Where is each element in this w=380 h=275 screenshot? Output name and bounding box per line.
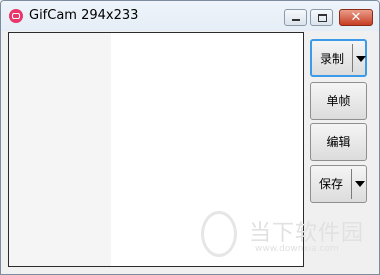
single-frame-button-label: 单帧 <box>326 94 351 108</box>
minimize-button[interactable] <box>284 9 307 26</box>
gifcam-app-icon[interactable] <box>9 9 23 23</box>
save-button[interactable]: 保存 <box>310 165 367 203</box>
capture-area-shade <box>9 33 111 266</box>
watermark-logo-icon <box>201 211 237 257</box>
watermark: 当下软件园 www.downxia.com <box>201 209 371 264</box>
gifcam-window: GifCam 294x233 ✕ 录制 单帧 编辑 保存 当下软件园 www.d… <box>0 0 380 275</box>
record-dropdown-arrow-icon[interactable] <box>356 56 366 62</box>
single-frame-button[interactable]: 单帧 <box>310 82 367 120</box>
close-button[interactable]: ✕ <box>339 9 373 26</box>
title-bar[interactable]: GifCam 294x233 ✕ <box>1 1 379 31</box>
maximize-button[interactable] <box>310 9 333 26</box>
record-split-divider <box>352 44 353 72</box>
window-title: GifCam 294x233 <box>29 8 139 23</box>
save-split-divider <box>351 169 352 199</box>
watermark-url: www.downxia.com <box>255 244 339 254</box>
edit-button-label: 编辑 <box>326 135 351 149</box>
record-button[interactable]: 录制 <box>310 39 367 77</box>
record-button-label: 录制 <box>319 52 344 66</box>
save-button-label: 保存 <box>318 177 343 191</box>
edit-button[interactable]: 编辑 <box>310 123 367 161</box>
save-dropdown-arrow-icon[interactable] <box>355 181 365 187</box>
watermark-title: 当下软件园 <box>249 221 365 246</box>
